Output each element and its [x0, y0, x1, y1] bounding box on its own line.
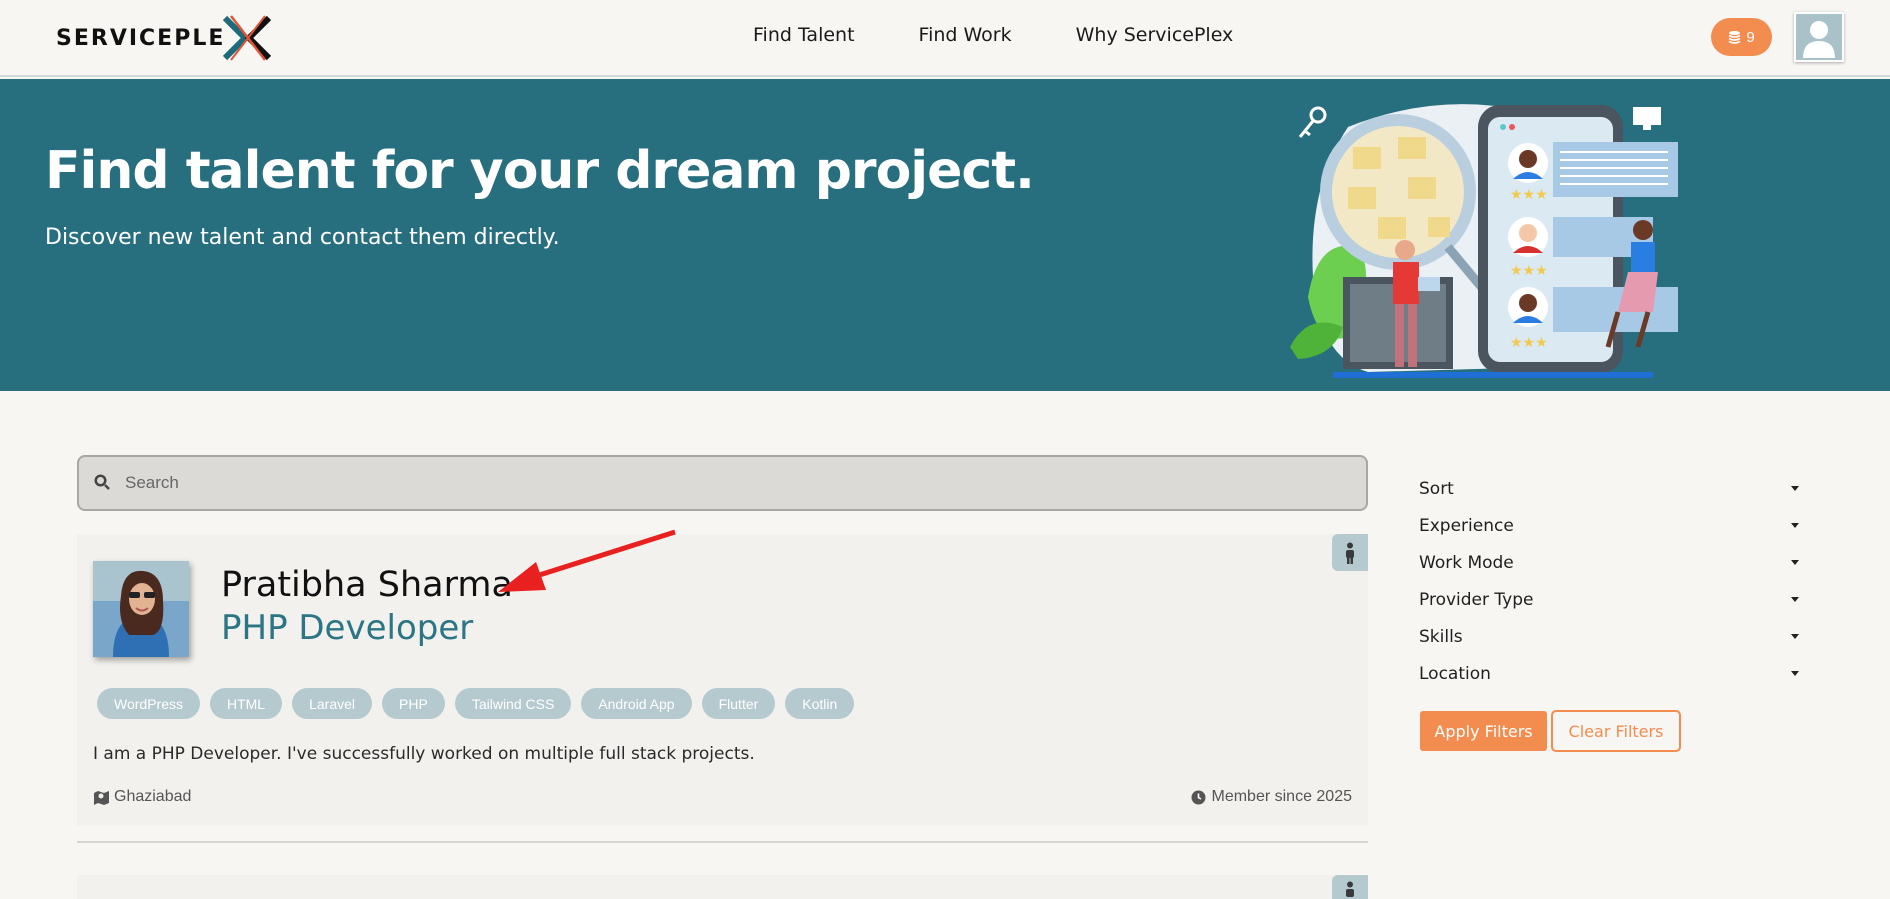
- nav-find-talent[interactable]: Find Talent: [753, 24, 855, 46]
- caret-down-icon: [1791, 560, 1799, 565]
- filter-label: Work Mode: [1419, 552, 1514, 573]
- filter-skills[interactable]: Skills: [1419, 618, 1804, 655]
- main-nav: Find Talent Find Work Why ServicePlex: [753, 24, 1297, 46]
- card-divider: [77, 841, 1368, 843]
- filter-label: Provider Type: [1419, 589, 1534, 610]
- skill-chip[interactable]: PHP: [382, 688, 445, 719]
- annotation-arrow: [498, 529, 676, 592]
- map-icon: [94, 790, 109, 805]
- talent-name[interactable]: Pratibha Sharma: [221, 565, 513, 605]
- svg-text:★★★: ★★★: [1510, 334, 1548, 350]
- skill-chip[interactable]: Flutter: [701, 688, 776, 719]
- skill-chip[interactable]: Android App: [581, 688, 692, 719]
- apply-filters-button[interactable]: Apply Filters: [1420, 711, 1547, 751]
- member-since-text: Member since 2025: [1211, 788, 1352, 805]
- skill-chip[interactable]: Kotlin: [785, 688, 855, 719]
- profile-photo[interactable]: [93, 561, 189, 657]
- filter-label: Sort: [1419, 478, 1454, 499]
- caret-down-icon: [1791, 486, 1799, 491]
- svg-text:★★★: ★★★: [1510, 186, 1548, 202]
- nav-find-work[interactable]: Find Work: [919, 24, 1012, 46]
- caret-down-icon: [1791, 597, 1799, 602]
- talent-location: Ghaziabad: [93, 788, 191, 806]
- filter-work-mode[interactable]: Work Mode: [1419, 544, 1804, 581]
- filter-provider-type[interactable]: Provider Type: [1419, 581, 1804, 618]
- search-icon: [94, 474, 110, 490]
- talent-bio: I am a PHP Developer. I've successfully …: [93, 744, 755, 764]
- coins-icon: [1728, 31, 1741, 44]
- clock-icon: [1191, 790, 1206, 804]
- location-text: Ghaziabad: [114, 788, 192, 805]
- filter-sort[interactable]: Sort: [1419, 470, 1804, 507]
- coins-badge[interactable]: 9: [1711, 18, 1772, 56]
- skill-chip[interactable]: HTML: [209, 688, 283, 719]
- member-since: Member since 2025: [1191, 788, 1352, 806]
- caret-down-icon: [1791, 634, 1799, 639]
- svg-text:★★★: ★★★: [1510, 262, 1548, 278]
- hero-illustration: ★★★ ★★★ ★★★: [1290, 104, 1678, 378]
- caret-down-icon: [1791, 671, 1799, 676]
- clear-filters-button[interactable]: Clear Filters: [1551, 710, 1681, 752]
- person-icon: [1346, 542, 1354, 564]
- top-navbar: SERVICEPLE Find Talent Find Work Why Ser…: [0, 0, 1890, 77]
- filters-panel: Sort Experience Work Mode Provider Type …: [1419, 470, 1804, 692]
- logo-text: SERVICEPLE: [56, 25, 226, 51]
- hero-subtitle: Discover new talent and contact them dir…: [45, 225, 560, 250]
- filter-location[interactable]: Location: [1419, 655, 1804, 692]
- skills-list: WordPress HTML Laravel PHP Tailwind CSS …: [97, 688, 855, 719]
- provider-type-tab: [1332, 875, 1368, 899]
- talent-role: PHP Developer: [221, 608, 474, 648]
- provider-type-tab: [1332, 534, 1368, 571]
- skill-chip[interactable]: Laravel: [292, 688, 373, 719]
- filter-label: Skills: [1419, 626, 1463, 647]
- filter-label: Location: [1419, 663, 1491, 684]
- skill-chip[interactable]: WordPress: [97, 688, 200, 719]
- nav-why-serviceplex[interactable]: Why ServicePlex: [1076, 24, 1234, 46]
- search-input[interactable]: [125, 457, 1325, 509]
- hero-banner: Find talent for your dream project. Disc…: [0, 79, 1890, 391]
- skill-chip[interactable]: Tailwind CSS: [454, 688, 572, 719]
- search-bar[interactable]: [77, 455, 1368, 511]
- person-icon: [1346, 881, 1354, 897]
- coins-count: 9: [1746, 28, 1755, 46]
- serviceplex-logo[interactable]: SERVICEPLE: [56, 12, 273, 64]
- caret-down-icon: [1791, 523, 1799, 528]
- hero-title: Find talent for your dream project.: [45, 141, 1035, 201]
- profile-photo-image: [93, 561, 189, 657]
- talent-card[interactable]: [77, 875, 1368, 899]
- logo-x-icon: [223, 15, 272, 61]
- user-avatar[interactable]: [1794, 12, 1844, 62]
- filter-experience[interactable]: Experience: [1419, 507, 1804, 544]
- filter-label: Experience: [1419, 515, 1514, 536]
- user-icon: [1803, 21, 1835, 58]
